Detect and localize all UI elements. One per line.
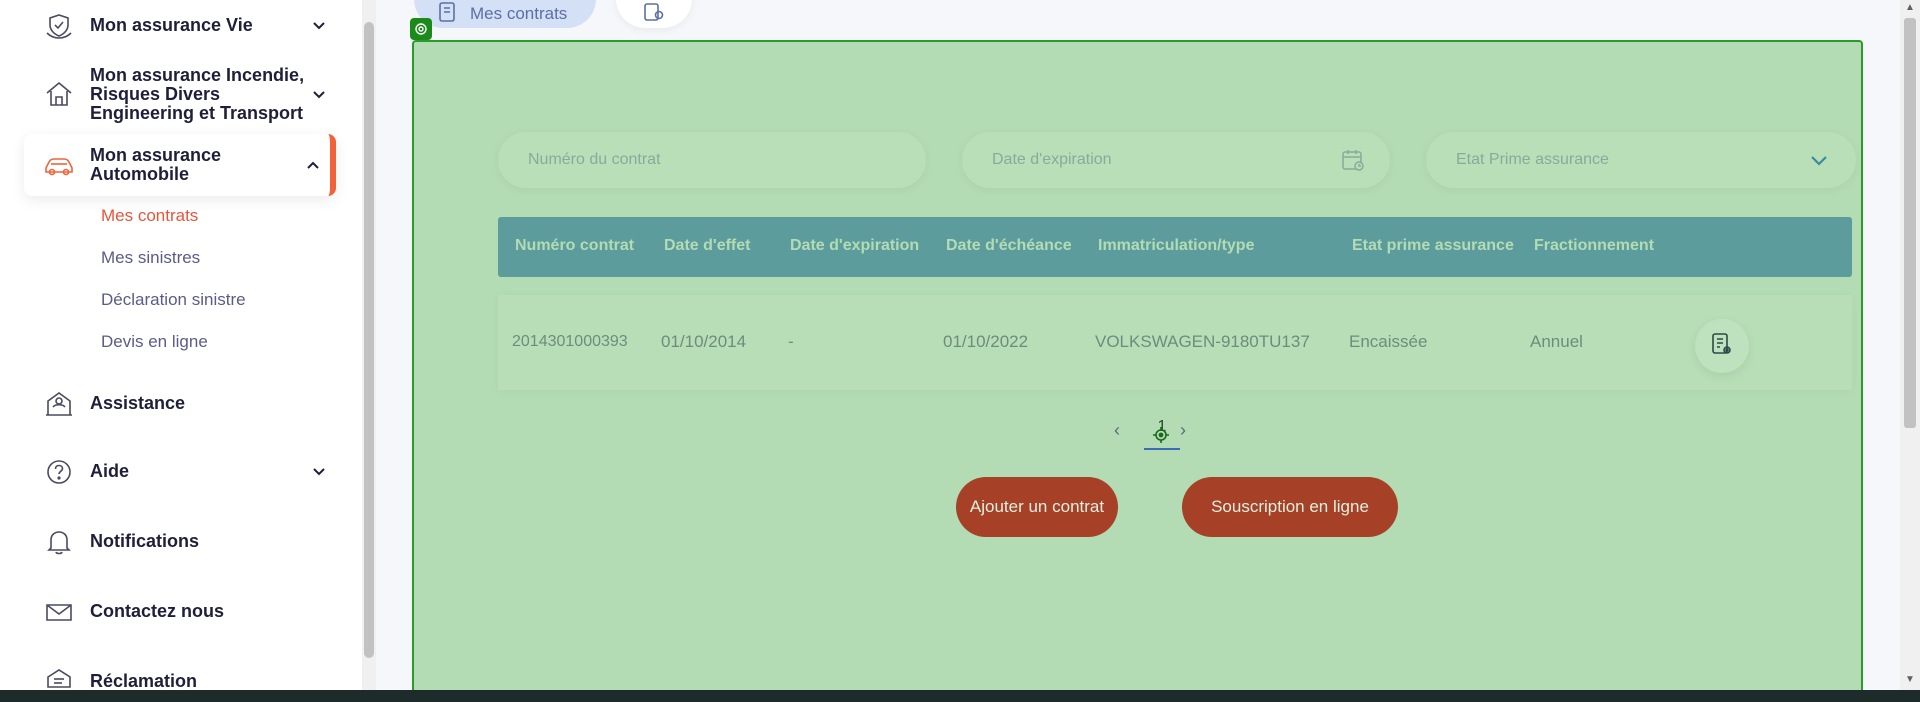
add-contract-button[interactable]: Ajouter un contrat: [956, 477, 1118, 537]
sidebar: Mon assurance Vie Mon assurance Incendie…: [0, 0, 362, 690]
sidebar-item-help[interactable]: Aide: [24, 450, 336, 494]
chevron-down-icon[interactable]: [310, 17, 328, 35]
column-header-premium-state: Etat prime assurance: [1352, 237, 1514, 254]
bell-icon: [42, 525, 76, 559]
cell-due-date: 01/10/2022: [943, 332, 1029, 351]
document-view-icon: [1709, 331, 1735, 362]
calendar-icon[interactable]: [1340, 147, 1366, 173]
sidebar-item-life-insurance[interactable]: Mon assurance Vie: [24, 4, 336, 48]
cell-splitting: Annuel: [1530, 332, 1583, 351]
home-icon: [42, 77, 76, 111]
sidebar-subitem-declaration-sinistre[interactable]: Déclaration sinistre: [101, 290, 246, 310]
cell-premium-state: Encaissée: [1349, 332, 1428, 351]
sidebar-item-label: Réclamation: [90, 671, 198, 691]
chevron-down-icon[interactable]: [310, 86, 328, 104]
tab-secondary[interactable]: [616, 0, 692, 28]
mail-icon: [42, 595, 76, 629]
target-icon: [410, 18, 432, 40]
sidebar-subitem-devis-en-ligne[interactable]: Devis en ligne: [101, 332, 208, 352]
column-header-due-date: Date d'échéance: [946, 237, 1072, 254]
sidebar-item-label: Aide: [90, 461, 130, 481]
cell-contract-number: 2014301000393: [512, 333, 628, 350]
premium-state-select[interactable]: Etat Prime assurance: [1426, 132, 1856, 188]
sidebar-scrollbar-thumb[interactable]: [364, 22, 374, 658]
sidebar-item-auto-insurance[interactable]: Mon assurance Automobile: [24, 134, 336, 196]
taskbar: [0, 690, 1920, 702]
sidebar-item-label: Notifications: [90, 531, 200, 551]
target-icon: [1152, 426, 1170, 444]
chevron-down-icon[interactable]: [310, 463, 328, 481]
scroll-down-icon[interactable]: ▼: [1905, 674, 1915, 685]
tab-mes-contrats[interactable]: Mes contrats: [414, 0, 596, 28]
pagination-next-button[interactable]: ›: [1180, 420, 1186, 441]
sidebar-item-complaint[interactable]: Réclamation: [24, 660, 336, 690]
sidebar-item-assistance[interactable]: Assistance: [24, 382, 336, 426]
view-contract-button[interactable]: [1695, 319, 1749, 373]
sidebar-item-label: Mon assurance Incendie, Risques Divers E…: [90, 65, 305, 123]
column-header-effective-date: Date d'effet: [664, 237, 751, 254]
scroll-up-icon[interactable]: ▲: [1905, 2, 1915, 13]
sidebar-subitem-mes-contrats[interactable]: Mes contrats: [101, 206, 198, 226]
premium-state-placeholder: Etat Prime assurance: [1456, 151, 1609, 168]
pagination-prev-button[interactable]: ‹: [1114, 420, 1120, 441]
contract-number-input[interactable]: Numéro du contrat: [498, 132, 926, 188]
chevron-down-icon[interactable]: [1806, 147, 1832, 173]
expiry-date-placeholder: Date d'expiration: [992, 151, 1112, 168]
tab-label: Mes contrats: [470, 4, 568, 23]
column-header-expiry-date: Date d'expiration: [790, 237, 920, 254]
cell-registration: VOLKSWAGEN-9180TU137: [1095, 332, 1310, 351]
sidebar-item-fire-insurance[interactable]: Mon assurance Incendie, Risques Divers E…: [24, 62, 336, 126]
chevron-up-icon[interactable]: [304, 156, 322, 174]
selection-overlay: Numéro du contrat Date d'expiration Etat…: [412, 40, 1863, 702]
page-scrollbar[interactable]: ▲ ▼: [1900, 0, 1920, 690]
online-subscription-button[interactable]: Souscription en ligne: [1182, 477, 1398, 537]
contract-icon: [436, 0, 460, 29]
help-icon: [42, 455, 76, 489]
cell-effective-date: 01/10/2014: [661, 332, 747, 351]
sidebar-item-label: Mon assurance Vie: [90, 15, 253, 35]
column-header-splitting: Fractionnement: [1534, 237, 1655, 254]
table-row[interactable]: 2014301000393 01/10/2014 - 01/10/2022 VO…: [498, 295, 1852, 390]
contracts-table-header: Numéro contrat Date d'effet Date d'expir…: [498, 217, 1852, 277]
life-insurance-icon: [42, 9, 76, 43]
column-header-contract-number: Numéro contrat: [515, 237, 635, 254]
complaint-icon: [42, 665, 76, 690]
sidebar-item-label: Assistance: [90, 393, 186, 413]
car-icon: [42, 148, 76, 182]
sidebar-item-label: Mon assurance Automobile: [90, 145, 222, 184]
main-content: Mes contrats Numéro du contrat Date d'ex…: [376, 0, 1900, 702]
pagination: ‹ 1 ›: [1114, 418, 1214, 450]
sidebar-item-label: Contactez nous: [90, 601, 225, 621]
cell-expiry-date: -: [788, 332, 794, 351]
contract-number-placeholder: Numéro du contrat: [528, 151, 661, 168]
sidebar-item-contact[interactable]: Contactez nous: [24, 590, 336, 634]
column-header-registration: Immatriculation/type: [1098, 237, 1255, 254]
sidebar-subitem-mes-sinistres[interactable]: Mes sinistres: [101, 248, 200, 268]
page-scrollbar-thumb[interactable]: [1904, 18, 1916, 428]
document-search-icon: [642, 0, 666, 29]
expiry-date-input[interactable]: Date d'expiration: [962, 132, 1390, 188]
sidebar-item-notifications[interactable]: Notifications: [24, 520, 336, 564]
assistance-icon: [42, 387, 76, 421]
